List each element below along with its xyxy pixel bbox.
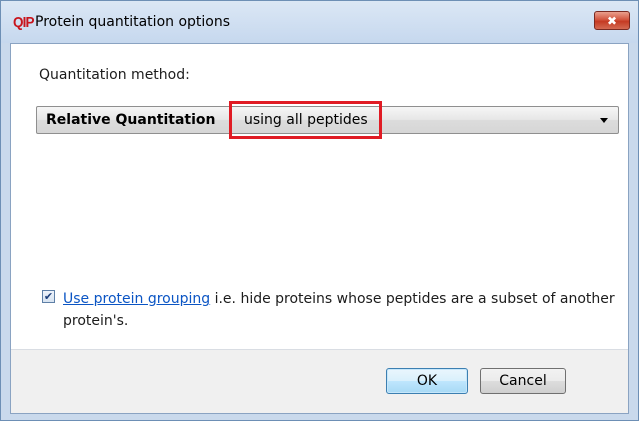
quantitation-method-dropdown[interactable]: Relative Quantitation using all peptides bbox=[36, 106, 619, 134]
close-button[interactable]: ✖ bbox=[594, 11, 630, 30]
quantitation-method-selected-rest: using all peptides bbox=[244, 112, 368, 128]
protein-grouping-checkbox[interactable]: ✔ bbox=[42, 290, 55, 303]
quantitation-method-label: Quantitation method: bbox=[39, 67, 190, 83]
protein-grouping-text: Use protein grouping i.e. hide proteins … bbox=[63, 288, 623, 332]
checkmark-icon: ✔ bbox=[43, 290, 54, 303]
close-icon: ✖ bbox=[606, 13, 618, 28]
cancel-button[interactable]: Cancel bbox=[480, 368, 566, 394]
quantitation-method-selected-bold: Relative Quantitation bbox=[46, 112, 216, 128]
ok-button[interactable]: OK bbox=[386, 368, 468, 394]
button-bar: OK Cancel bbox=[11, 349, 628, 413]
dialog-window: QIP Protein quantitation options ✖ Quant… bbox=[0, 0, 639, 421]
title-bar[interactable]: QIP Protein quantitation options ✖ bbox=[1, 1, 638, 43]
dialog-body: Quantitation method: Relative Quantitati… bbox=[10, 43, 629, 414]
dropdown-arrow-icon[interactable] bbox=[600, 118, 608, 123]
use-protein-grouping-link[interactable]: Use protein grouping bbox=[63, 291, 210, 307]
dialog-title: Protein quantitation options bbox=[35, 14, 231, 30]
app-logo-icon: QIP bbox=[13, 14, 34, 31]
